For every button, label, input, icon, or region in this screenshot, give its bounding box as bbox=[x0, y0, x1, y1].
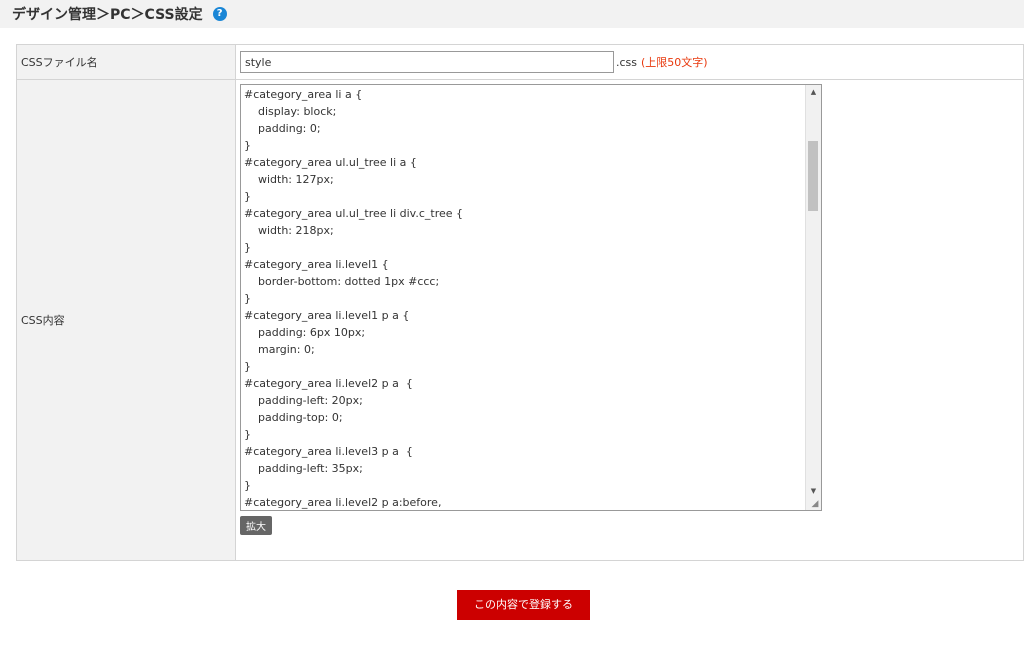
resize-grip-icon[interactable]: ◢ bbox=[809, 498, 821, 510]
triangle-up-icon[interactable]: ▲ bbox=[806, 85, 821, 99]
breadcrumb: デザイン管理＞PC＞CSS設定 ? bbox=[12, 4, 227, 24]
filename-extension: .css bbox=[616, 55, 638, 69]
page-header: デザイン管理＞PC＞CSS設定 ? bbox=[0, 0, 1024, 28]
content-cell: #category_area li a { display: block; pa… bbox=[235, 79, 1024, 561]
submit-button[interactable]: この内容で登録する bbox=[457, 590, 590, 620]
css-content-textarea[interactable]: #category_area li a { display: block; pa… bbox=[240, 84, 822, 511]
expand-button[interactable]: 拡大 bbox=[240, 516, 272, 535]
filename-limit-note: (上限50文字) bbox=[641, 56, 708, 69]
content-row: CSS内容 #category_area li a { display: blo… bbox=[16, 79, 1024, 561]
textarea-scrollbar[interactable]: ▲ ▼ bbox=[805, 85, 821, 510]
css-code-text[interactable]: #category_area li a { display: block; pa… bbox=[244, 86, 463, 510]
help-icon[interactable]: ? bbox=[212, 7, 227, 21]
filename-cell: .css (上限50文字) bbox=[235, 44, 1024, 80]
content-label: CSS内容 bbox=[16, 79, 236, 561]
filename-row: CSSファイル名 .css (上限50文字) bbox=[16, 44, 1024, 80]
filename-input[interactable] bbox=[240, 51, 614, 73]
filename-label: CSSファイル名 bbox=[16, 44, 236, 80]
breadcrumb-text: デザイン管理＞PC＞CSS設定 bbox=[12, 7, 203, 23]
css-settings-form: CSSファイル名 .css (上限50文字) CSS内容 #category_a… bbox=[16, 44, 1024, 561]
triangle-down-icon[interactable]: ▼ bbox=[806, 484, 821, 498]
scrollbar-thumb[interactable] bbox=[808, 141, 818, 211]
